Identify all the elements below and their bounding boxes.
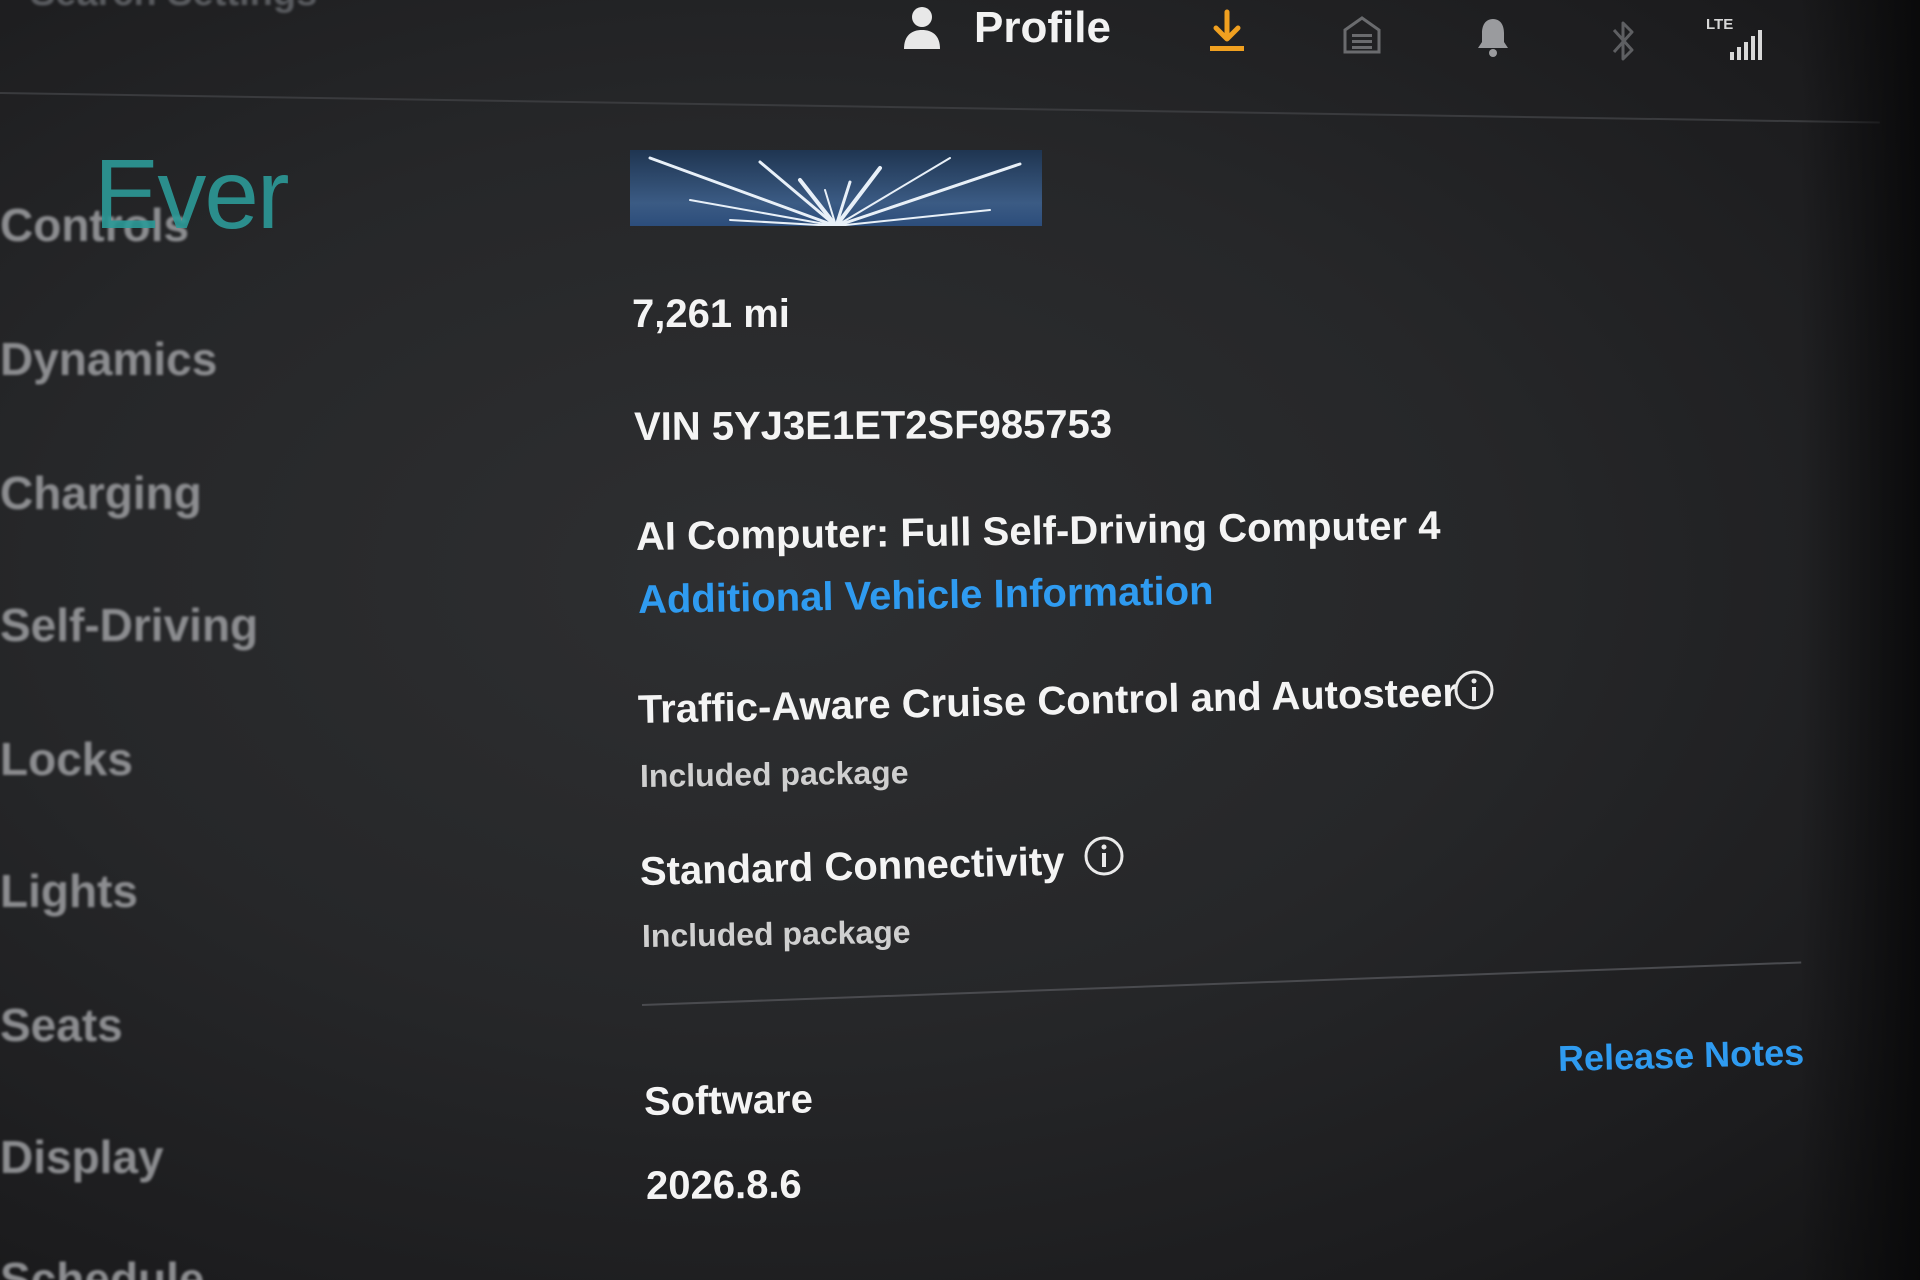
- sidebar-item-schedule[interactable]: Schedule: [0, 1252, 205, 1280]
- software-version: 2026.8.6: [645, 1162, 802, 1208]
- info-icon[interactable]: [1082, 834, 1126, 878]
- sidebar-item-self-driving[interactable]: Self-Driving: [0, 598, 258, 652]
- feature-status-tacc: Included package: [639, 754, 909, 794]
- sidebar-item-dynamics[interactable]: Dynamics: [0, 332, 217, 386]
- vin-value: VIN 5YJ3E1ET2SF985753: [633, 402, 1113, 449]
- info-icon[interactable]: [1452, 668, 1496, 712]
- search-settings-input[interactable]: Search Settings: [30, 0, 317, 15]
- sidebar-item-charging[interactable]: Charging: [0, 466, 202, 520]
- software-heading: Software: [643, 1077, 814, 1124]
- feature-title-tacc: Traffic-Aware Cruise Control and Autoste…: [637, 670, 1459, 732]
- sidebar-item-lights[interactable]: Lights: [0, 864, 138, 918]
- odometer-value: 7,261 mi: [632, 292, 790, 336]
- release-notes-link[interactable]: Release Notes: [1557, 1032, 1804, 1080]
- sidebar-item-display[interactable]: Display: [0, 1130, 164, 1184]
- sidebar-item-locks[interactable]: Locks: [0, 732, 133, 786]
- sidebar-item-seats[interactable]: Seats: [0, 998, 123, 1052]
- vehicle-banner-image: [630, 150, 1042, 226]
- ever-logo-overlay: Ever: [94, 139, 290, 249]
- additional-vehicle-info-link[interactable]: Additional Vehicle Information: [638, 569, 1214, 623]
- section-divider: [641, 961, 1802, 1006]
- feature-status-connectivity: Included package: [641, 913, 911, 954]
- settings-screen: Search Settings Profile LTE: [0, 0, 1920, 1280]
- ai-computer-info: AI Computer: Full Self-Driving Computer …: [635, 503, 1441, 559]
- feature-title-connectivity: Standard Connectivity: [639, 839, 1065, 894]
- software-panel: 7,261 mi VIN 5YJ3E1ET2SF985753 AI Comput…: [630, 0, 1830, 1280]
